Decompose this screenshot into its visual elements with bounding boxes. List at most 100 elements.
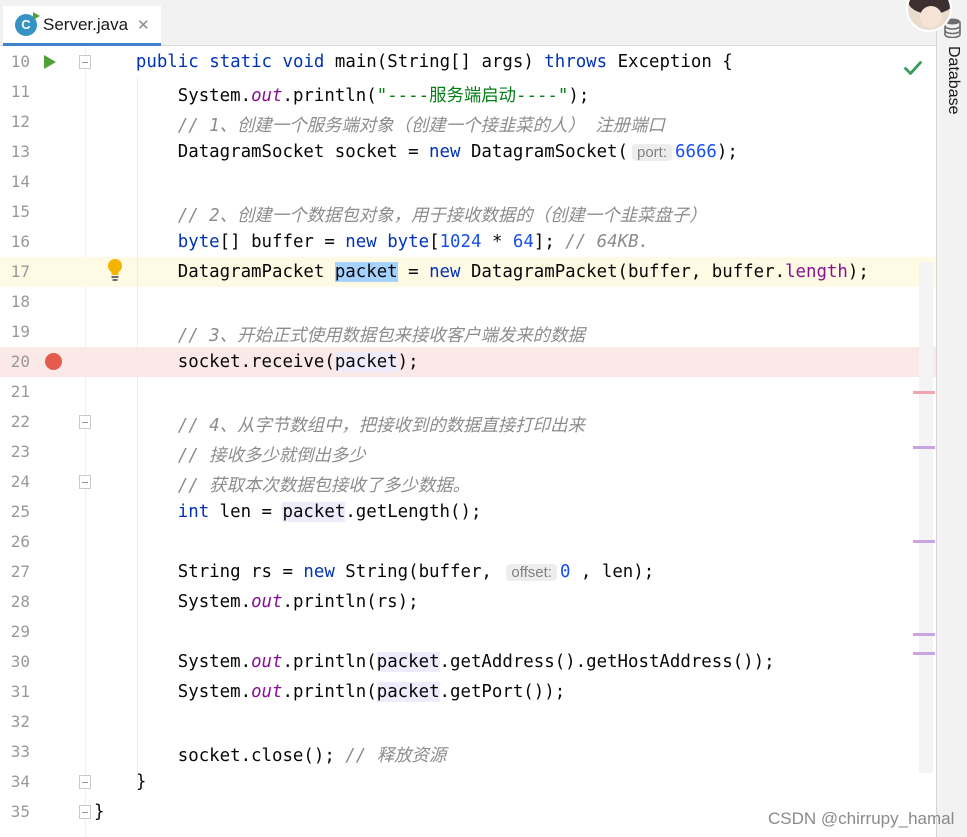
code-text[interactable]: // 1、创建一个服务端对象（创建一个接韭菜的人） 注册端口 xyxy=(94,112,665,137)
code-line[interactable]: 24 // 获取本次数据包接收了多少数据。 xyxy=(0,467,936,497)
code-line[interactable]: 21 xyxy=(0,377,936,407)
code-line[interactable]: 34 } xyxy=(0,767,936,797)
code-token: .getAddress().getHostAddress()); xyxy=(439,652,775,672)
code-token: out xyxy=(251,682,283,702)
run-icon[interactable] xyxy=(44,55,56,69)
code-line[interactable]: 23 // 接收多少就倒出多少 xyxy=(0,437,936,467)
code-token: ); xyxy=(397,352,419,372)
code-token: out xyxy=(251,592,283,612)
code-text[interactable]: DatagramPacket packet = new DatagramPack… xyxy=(94,262,869,282)
fold-icon[interactable] xyxy=(79,475,91,489)
code-token: .println( xyxy=(282,652,377,672)
code-text[interactable]: // 接收多少就倒出多少 xyxy=(94,442,366,467)
code-token: new xyxy=(429,262,461,282)
code-token: // 64KB. xyxy=(565,232,650,252)
code-text[interactable]: socket.receive(packet); xyxy=(94,352,419,372)
code-text[interactable]: System.out.println(packet.getPort()); xyxy=(94,682,565,702)
code-text[interactable]: // 3、开始正式使用数据包来接收客户端发来的数据 xyxy=(94,322,585,347)
code-line[interactable]: 16 byte[] buffer = new byte[1024 * 64]; … xyxy=(0,227,936,257)
code-line[interactable]: 19 // 3、开始正式使用数据包来接收客户端发来的数据 xyxy=(0,317,936,347)
breakpoint-icon[interactable] xyxy=(45,353,62,370)
code-line[interactable]: 17 DatagramPacket packet = new DatagramP… xyxy=(0,257,936,287)
code-text[interactable]: // 4、从字节数组中，把接收到的数据直接打印出来 xyxy=(94,412,585,437)
line-number: 32 xyxy=(10,712,30,731)
database-panel-button[interactable]: Database xyxy=(939,46,967,136)
code-token: main(String[] args) xyxy=(324,52,545,72)
line-number: 12 xyxy=(10,112,30,131)
fold-icon[interactable] xyxy=(79,415,91,429)
code-text[interactable]: public static void main(String[] args) t… xyxy=(94,52,733,72)
line-number: 33 xyxy=(10,742,30,761)
code-text[interactable]: // 2、创建一个数据包对象，用于接收数据的（创建一个韭菜盘子） xyxy=(94,202,707,227)
code-line[interactable]: 12 // 1、创建一个服务端对象（创建一个接韭菜的人） 注册端口 xyxy=(0,107,936,137)
tab-server-java[interactable]: C Server.java ✕ xyxy=(3,6,161,46)
code-text[interactable]: System.out.println(rs); xyxy=(94,592,419,612)
error-stripe-marker[interactable] xyxy=(913,391,935,394)
vertical-scrollbar[interactable] xyxy=(919,262,933,773)
code-token: System. xyxy=(94,86,252,106)
code-token: socket.close(); xyxy=(94,746,346,766)
lightbulb-icon[interactable] xyxy=(106,258,124,282)
code-line[interactable]: 28 System.out.println(rs); xyxy=(0,587,936,617)
code-text[interactable]: String rs = new String(buffer, offset: 0 … xyxy=(94,562,654,582)
code-line[interactable]: 32 xyxy=(0,707,936,737)
code-line[interactable]: 29 xyxy=(0,617,936,647)
code-line[interactable]: 25 int len = packet.getLength(); xyxy=(0,497,936,527)
code-token: Exception { xyxy=(607,52,733,72)
code-line[interactable]: 13 DatagramSocket socket = new DatagramS… xyxy=(0,137,936,167)
code-token: // 2、创建一个数据包对象，用于接收数据的（创建一个韭菜盘子） xyxy=(177,206,707,226)
code-token: } xyxy=(94,802,105,822)
code-text[interactable]: byte[] buffer = new byte[1024 * 64]; // … xyxy=(94,232,649,252)
code-text[interactable]: System.out.println(packet.getAddress().g… xyxy=(94,652,775,672)
code-token: // 1、创建一个服务端对象（创建一个接韭菜的人） 注册端口 xyxy=(177,116,665,136)
code-text[interactable]: socket.close(); // 释放资源 xyxy=(94,742,447,767)
line-number: 11 xyxy=(10,82,30,101)
error-stripe-marker[interactable] xyxy=(913,652,935,655)
fold-icon[interactable] xyxy=(79,805,91,819)
code-line[interactable]: 31 System.out.println(packet.getPort()); xyxy=(0,677,936,707)
error-stripe-marker[interactable] xyxy=(913,446,935,449)
code-text[interactable]: int len = packet.getLength(); xyxy=(94,502,481,522)
close-icon[interactable]: ✕ xyxy=(137,16,150,34)
line-number: 34 xyxy=(10,772,30,791)
code-line[interactable]: 15 // 2、创建一个数据包对象，用于接收数据的（创建一个韭菜盘子） xyxy=(0,197,936,227)
code-text[interactable]: DatagramSocket socket = new DatagramSock… xyxy=(94,142,738,162)
code-token: 6666 xyxy=(675,142,717,162)
code-text[interactable]: } xyxy=(94,802,104,822)
code-line[interactable]: 22 // 4、从字节数组中，把接收到的数据直接打印出来 xyxy=(0,407,936,437)
code-line[interactable]: 18 xyxy=(0,287,936,317)
code-line[interactable]: 27 String rs = new String(buffer, offset… xyxy=(0,557,936,587)
code-token: System. xyxy=(94,682,252,702)
database-label: Database xyxy=(945,46,962,115)
code-token: .getLength(); xyxy=(345,502,482,522)
code-line[interactable]: 33 socket.close(); // 释放资源 xyxy=(0,737,936,767)
java-class-icon-letter: C xyxy=(21,17,31,32)
java-class-icon: C xyxy=(15,11,40,36)
error-stripe-marker[interactable] xyxy=(913,540,935,543)
code-line[interactable]: 20 socket.receive(packet); xyxy=(0,347,936,377)
inspection-ok-check-icon[interactable] xyxy=(904,60,922,76)
code-line[interactable]: 10 public static void main(String[] args… xyxy=(0,47,936,77)
code-text[interactable]: System.out.println("----服务端启动----"); xyxy=(94,82,590,107)
code-line[interactable]: 14 xyxy=(0,167,936,197)
code-token: // 接收多少就倒出多少 xyxy=(177,446,366,466)
line-number: 35 xyxy=(10,802,30,821)
code-token: // 释放资源 xyxy=(345,746,447,766)
fold-icon[interactable] xyxy=(79,775,91,789)
code-token: public xyxy=(135,52,199,72)
fold-icon[interactable] xyxy=(79,55,91,69)
code-text[interactable]: } xyxy=(94,772,146,792)
code-text[interactable]: // 获取本次数据包接收了多少数据。 xyxy=(94,472,470,497)
code-line[interactable]: 11 System.out.println("----服务端启动----"); xyxy=(0,77,936,107)
code-token: packet xyxy=(282,502,346,522)
code-token: byte xyxy=(387,232,430,252)
code-line[interactable]: 30 System.out.println(packet.getAddress(… xyxy=(0,647,936,677)
error-stripe-marker[interactable] xyxy=(913,633,935,636)
line-number: 21 xyxy=(10,382,30,401)
code-token: .println( xyxy=(282,682,377,702)
code-editor[interactable]: 10 public static void main(String[] args… xyxy=(0,47,936,837)
code-line[interactable]: 26 xyxy=(0,527,936,557)
